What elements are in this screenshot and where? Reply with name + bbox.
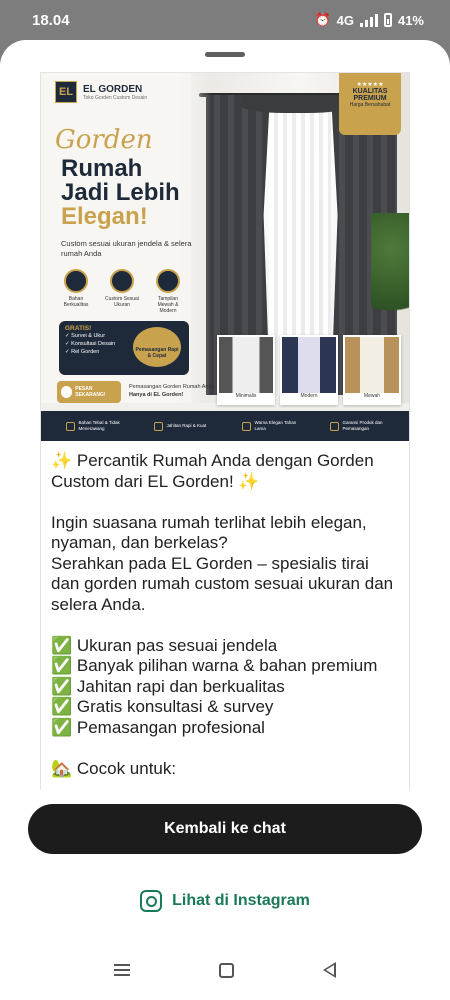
cta-text: Pemasangan Gorden Rumah Anda Hanya di EL… (129, 384, 215, 398)
alarm-icon: ⏰ (314, 12, 331, 27)
whatsapp-icon (61, 386, 73, 398)
footer-feature: Jahitan Rapi & Kuat (153, 421, 209, 431)
feature-row: Bahan Berkualitas Custom Sesuai Ukuran T… (59, 269, 185, 314)
palette-icon (241, 421, 251, 431)
post-caption: ✨ Percantik Rumah Anda dengan Gorden Cus… (51, 451, 401, 779)
caption-line: 🏡 Cocok untuk: (51, 758, 177, 778)
feature-item: Custom Sesuai Ukuran (105, 269, 139, 314)
caption-line: ✅ Banyak pilihan warna & bahan premium (51, 656, 378, 675)
caption-line: ✅ Jahitan rapi dan berkualitas (51, 676, 285, 696)
caption-line: ✅ Gratis konsultasi & survey (51, 697, 274, 716)
caption-line: ✅ Pemasangan profesional (51, 717, 265, 737)
brand-name: EL GORDEN (83, 83, 143, 95)
footer-feature: Garansi Produk dan Pemasangan (329, 420, 385, 432)
fabric-icon (65, 421, 75, 431)
logo-mark: EL (55, 81, 77, 103)
status-icons: ⏰ 4G 41% (314, 12, 424, 28)
caption-line: Ingin suasana rumah terlihat lebih elega… (51, 512, 367, 553)
headline-line-1: Rumah (61, 155, 143, 182)
battery-icon (383, 13, 392, 27)
banner-footer-strip: Bahan Tebal & Tidak Menerawang Jahitan R… (41, 411, 409, 441)
post-image[interactable]: EL EL GORDEN Toko Gorden Custom Desain G… (41, 73, 409, 441)
status-bar: 18.04 ⏰ 4G 41% (0, 0, 450, 40)
caption-line: Serahkan pada EL Gorden – spesialis tira… (51, 553, 394, 614)
view-instagram-link[interactable]: Lihat di Instagram (0, 890, 450, 912)
needle-icon (153, 421, 163, 431)
instagram-icon (140, 890, 163, 912)
banner-subtext: Custom sesuai ukuran jendela & selera ru… (61, 239, 192, 258)
shield-icon (329, 421, 339, 431)
headline-line-2: Jadi Lebih (61, 179, 180, 206)
quality-title: KUALITAS PREMIUM (352, 88, 388, 102)
signal-icon (359, 13, 378, 27)
footer-feature: Bahan Tebal & Tidak Menerawang (65, 420, 121, 432)
feature-item: Tampilan Mewah & Modern (151, 269, 185, 314)
sheet-drag-handle[interactable] (205, 52, 245, 57)
plant-illustration (371, 213, 409, 333)
caption-line: ✅ Ukuran pas sesuai jendela (51, 635, 278, 655)
curtain-valance (241, 95, 351, 113)
footer-feature: Warna Elegan Tahan Lama (241, 420, 297, 432)
view-instagram-label: Lihat di Instagram (172, 892, 310, 909)
quality-subtitle: Harga Bersahabat (349, 102, 391, 108)
media-preview-sheet: EL EL GORDEN Toko Gorden Custom Desain G… (0, 40, 450, 1000)
install-badge: Pemasangan Rapi & Cepat (133, 327, 181, 367)
back-icon[interactable] (322, 962, 336, 978)
recents-icon[interactable] (114, 964, 131, 976)
scissors-icon (110, 269, 134, 293)
order-now-badge: PESAN SEKARANG! (57, 381, 121, 403)
style-thumbnails: Minimalis Modern Mewah (217, 335, 401, 405)
fabric-icon (64, 269, 88, 293)
post-card: EL EL GORDEN Toko Gorden Custom Desain G… (40, 72, 410, 790)
script-word: Gorden (55, 125, 153, 155)
star-rating-icon: ★★★★★ (356, 82, 384, 88)
quality-badge: ★★★★★ KUALITAS PREMIUM Harga Bersahabat (339, 73, 401, 135)
back-to-chat-button[interactable]: Kembali ke chat (28, 804, 422, 854)
home-icon[interactable] (218, 962, 234, 978)
status-time: 18.04 (32, 11, 70, 29)
caption-line: ✨ Percantik Rumah Anda dengan Gorden Cus… (51, 451, 374, 491)
feature-item: Bahan Berkualitas (59, 269, 93, 314)
brand-tagline: Toko Gorden Custom Desain (83, 94, 148, 101)
style-thumb: Mewah (343, 335, 401, 405)
curtain-icon (156, 269, 180, 293)
style-thumb: Modern (280, 335, 338, 405)
battery-level: 41% (397, 12, 424, 28)
network-label: 4G (336, 12, 354, 28)
system-nav-bar (0, 948, 450, 992)
style-thumb: Minimalis (217, 335, 275, 405)
headline-line-3: Elegan! (61, 203, 148, 230)
brand-logo: EL EL GORDEN Toko Gorden Custom Desain (55, 81, 147, 103)
